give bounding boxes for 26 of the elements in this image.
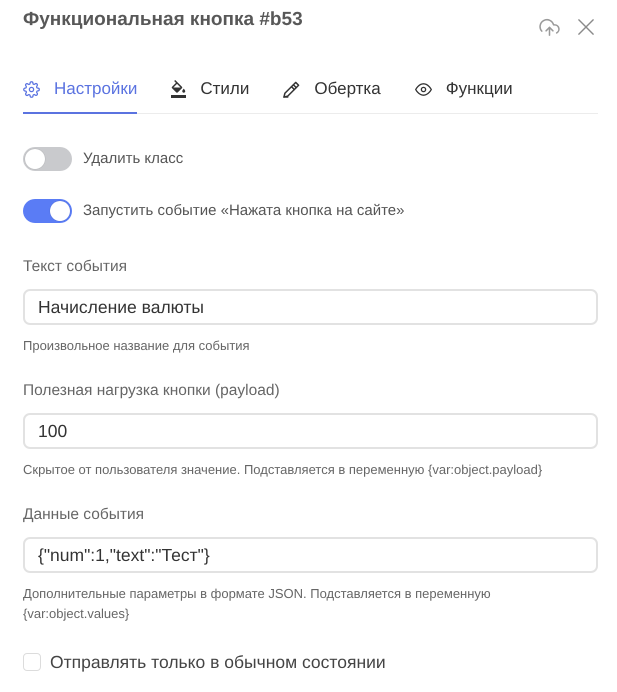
tab[interactable]: Обертка: [283, 78, 381, 114]
eye-icon: [414, 82, 432, 96]
text-input-field[interactable]: {"num":1,"text":"Тест"}: [23, 537, 598, 573]
field-hint: Произвольное название для события: [23, 337, 251, 355]
gear-icon: [23, 80, 40, 98]
text-input-field[interactable]: Начисление валюты: [23, 289, 598, 325]
close-icon[interactable]: [578, 19, 594, 35]
toggle-label: Удалить класс: [83, 149, 184, 169]
tab[interactable]: Функции: [414, 78, 513, 114]
panel-title: Функциональная кнопка #b53: [23, 8, 303, 32]
upload-cloud-icon[interactable]: [539, 18, 560, 36]
field-label: Данные события: [23, 505, 146, 525]
toggle-switch[interactable]: [23, 147, 72, 171]
pen-icon: [283, 80, 300, 98]
tab[interactable]: Настройки: [23, 78, 138, 114]
checkbox-label: Отправлять только в обычном состоянии: [50, 652, 386, 672]
field-label: Полезная нагрузка кнопки (payload): [23, 381, 281, 401]
tab[interactable]: Стили: [171, 78, 250, 114]
paint-bucket-icon: [171, 80, 186, 98]
field-label: Текст события: [23, 257, 128, 277]
checkbox[interactable]: [23, 653, 41, 671]
field-hint: Дополнительные параметры в формате JSON. Подставляется в переменную {var:object.values}: [23, 585, 492, 623]
toggle-label: Запустить событие «Нажата кнопка на сайте»: [83, 201, 404, 221]
field-hint: Скрытое от пользователя значение. Подставляется в переменную {var:object.payload}: [23, 461, 544, 479]
toggle-switch[interactable]: [23, 199, 72, 223]
text-input-field[interactable]: 100: [23, 413, 598, 449]
